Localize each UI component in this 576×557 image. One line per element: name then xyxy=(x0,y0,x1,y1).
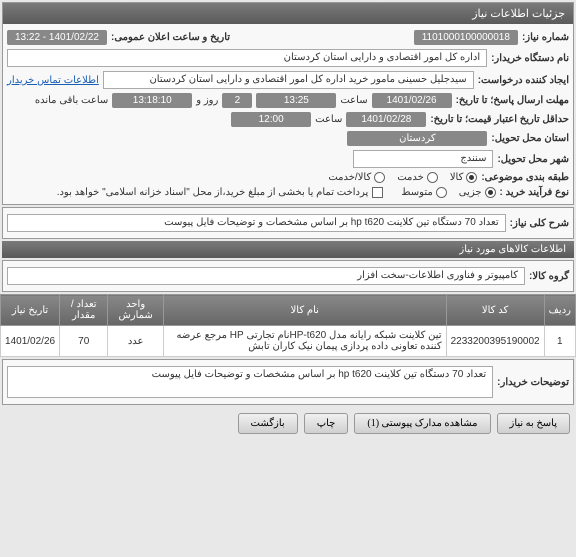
row-need-number: شماره نیاز: 1101000100000018 تاریخ و ساع… xyxy=(7,28,569,47)
attachments-button[interactable]: مشاهده مدارک پیوستی (1) xyxy=(354,413,490,434)
back-button[interactable]: بازگشت xyxy=(238,413,298,434)
category-label: طبقه بندی موضوعی: xyxy=(481,172,569,183)
buyer-org-value: اداره کل امور اقتصادی و دارایی استان کرد… xyxy=(7,49,487,67)
th-unit: واحد شمارش xyxy=(108,295,164,326)
goods-group-label: گروه کالا: xyxy=(529,271,569,282)
payment-checkbox[interactable] xyxy=(372,187,383,198)
print-button[interactable]: چاپ xyxy=(304,413,349,434)
th-name: نام کالا xyxy=(163,295,446,326)
th-date: تاریخ نیاز xyxy=(1,295,60,326)
buyer-org-label: نام دستگاه خریدار: xyxy=(491,53,569,64)
table-row[interactable]: 1 2233200395190002 تین کلاینت شبکه رایان… xyxy=(1,326,576,357)
row-goods-group: گروه کالا: کامپیوتر و فناوری اطلاعات-سخت… xyxy=(7,265,569,287)
radio-medium-icon xyxy=(436,187,447,198)
buyer-notes-label: توضیحات خریدار: xyxy=(497,377,569,388)
requester-label: ایجاد کننده درخواست: xyxy=(478,75,569,86)
cell-qty: 70 xyxy=(60,326,108,357)
radio-goods[interactable]: کالا xyxy=(450,172,478,183)
radio-partial-label: جزیی xyxy=(459,187,482,198)
cell-unit: عدد xyxy=(108,326,164,357)
radio-partial[interactable]: جزیی xyxy=(459,187,496,198)
radio-goods-service-label: کالا/خدمت xyxy=(328,172,371,183)
th-qty: تعداد / مقدار xyxy=(60,295,108,326)
time-label-1: ساعت xyxy=(340,95,367,106)
row-buyer-org: نام دستگاه خریدار: اداره کل امور اقتصادی… xyxy=(7,47,569,69)
countdown: 13:18:10 xyxy=(112,93,192,108)
th-row: ردیف xyxy=(544,295,575,326)
city-label: شهر محل تحویل: xyxy=(497,154,569,165)
panel-body: شماره نیاز: 1101000100000018 تاریخ و ساع… xyxy=(3,24,573,204)
row-city: شهر محل تحویل: سنندج xyxy=(7,148,569,170)
cell-date: 1401/02/26 xyxy=(1,326,60,357)
respond-button[interactable]: پاسخ به نیاز xyxy=(497,413,571,434)
th-code: کد کالا xyxy=(446,295,544,326)
public-announce-value: 1401/02/22 - 13:22 xyxy=(7,30,107,45)
row-province: استان محل تحویل: کردستان xyxy=(7,129,569,148)
radio-medium[interactable]: متوسط xyxy=(401,187,446,198)
row-validity: حداقل تاریخ اعتبار قیمت؛ تا تاریخ: 1401/… xyxy=(7,110,569,129)
details-panel: جزئیات اطلاعات نیاز شماره نیاز: 11010001… xyxy=(2,2,574,205)
purchase-type-radio-group: جزیی متوسط xyxy=(401,187,495,198)
time-label-2: ساعت xyxy=(315,114,342,125)
row-requester: ایجاد کننده درخواست: سیدجلیل حسینی مامور… xyxy=(7,69,569,91)
validity-date: 1401/02/28 xyxy=(346,112,426,127)
city-value: سنندج xyxy=(353,150,493,168)
radio-service[interactable]: خدمت xyxy=(397,172,438,183)
radio-partial-icon xyxy=(485,187,496,198)
requester-value: سیدجلیل حسینی مامور خرید اداره کل امور ا… xyxy=(103,71,474,89)
radio-service-icon xyxy=(427,172,438,183)
radio-goods-service-icon xyxy=(374,172,385,183)
radio-goods-label: کالا xyxy=(450,172,464,183)
panel-title: جزئیات اطلاعات نیاز xyxy=(3,3,573,24)
days-count: 2 xyxy=(222,93,252,108)
cell-name: تین کلاینت شبکه رایانه مدل HP-t620نام تج… xyxy=(163,326,446,357)
radio-service-label: خدمت xyxy=(397,172,424,183)
radio-goods-icon xyxy=(466,172,477,183)
need-number-value: 1101000100000018 xyxy=(414,30,518,45)
cell-row: 1 xyxy=(544,326,575,357)
need-number-label: شماره نیاز: xyxy=(522,32,569,43)
days-and-label: روز و xyxy=(196,95,218,106)
remaining-label: ساعت باقی مانده xyxy=(35,95,108,106)
row-buyer-notes: توضیحات خریدار: تعداد 70 دستگاه تین کلای… xyxy=(7,364,569,400)
items-section-header: اطلاعات کالاهای مورد نیاز xyxy=(2,241,574,258)
goods-group-value: کامپیوتر و فناوری اطلاعات-سخت افزار xyxy=(7,267,525,285)
buyer-contact-link[interactable]: اطلاعات تماس خریدار xyxy=(7,75,99,86)
validity-time: 12:00 xyxy=(231,112,311,127)
validity-label: حداقل تاریخ اعتبار قیمت؛ تا تاریخ: xyxy=(430,114,569,125)
description-panel: شرح کلی نیاز: تعداد 70 دستگاه تین کلاینت… xyxy=(2,207,574,239)
description-label: شرح کلی نیاز: xyxy=(510,218,569,229)
public-announce-label: تاریخ و ساعت اعلان عمومی: xyxy=(111,32,230,43)
category-radio-group: کالا خدمت کالا/خدمت xyxy=(328,172,477,183)
radio-medium-label: متوسط xyxy=(401,187,432,198)
row-deadline: مهلت ارسال پاسخ؛ تا تاریخ: 1401/02/26 سا… xyxy=(7,91,569,110)
row-category: طبقه بندی موضوعی: کالا خدمت کالا/خدمت xyxy=(7,170,569,185)
buyer-notes-value: تعداد 70 دستگاه تین کلاینت hp t620 بر اس… xyxy=(7,366,493,398)
items-table: ردیف کد کالا نام کالا واحد شمارش تعداد /… xyxy=(0,294,576,357)
description-value: تعداد 70 دستگاه تین کلاینت hp t620 بر اس… xyxy=(7,214,506,232)
deadline-date: 1401/02/26 xyxy=(372,93,452,108)
province-value: کردستان xyxy=(347,131,487,146)
radio-goods-service[interactable]: کالا/خدمت xyxy=(328,172,385,183)
deadline-time: 13:25 xyxy=(256,93,336,108)
payment-note: پرداخت تمام یا بخشی از مبلغ خرید،از محل … xyxy=(57,187,369,198)
buyer-notes-panel: توضیحات خریدار: تعداد 70 دستگاه تین کلای… xyxy=(2,359,574,405)
row-description: شرح کلی نیاز: تعداد 70 دستگاه تین کلاینت… xyxy=(7,212,569,234)
deadline-label: مهلت ارسال پاسخ؛ تا تاریخ: xyxy=(456,95,569,106)
table-header-row: ردیف کد کالا نام کالا واحد شمارش تعداد /… xyxy=(1,295,576,326)
cell-code: 2233200395190002 xyxy=(446,326,544,357)
goods-group-panel: گروه کالا: کامپیوتر و فناوری اطلاعات-سخت… xyxy=(2,260,574,292)
row-purchase-type: نوع فرآیند خرید : جزیی متوسط پرداخت تمام… xyxy=(7,185,569,200)
province-label: استان محل تحویل: xyxy=(491,133,569,144)
purchase-type-label: نوع فرآیند خرید : xyxy=(500,187,569,198)
button-row: پاسخ به نیاز مشاهده مدارک پیوستی (1) چاپ… xyxy=(0,407,576,440)
